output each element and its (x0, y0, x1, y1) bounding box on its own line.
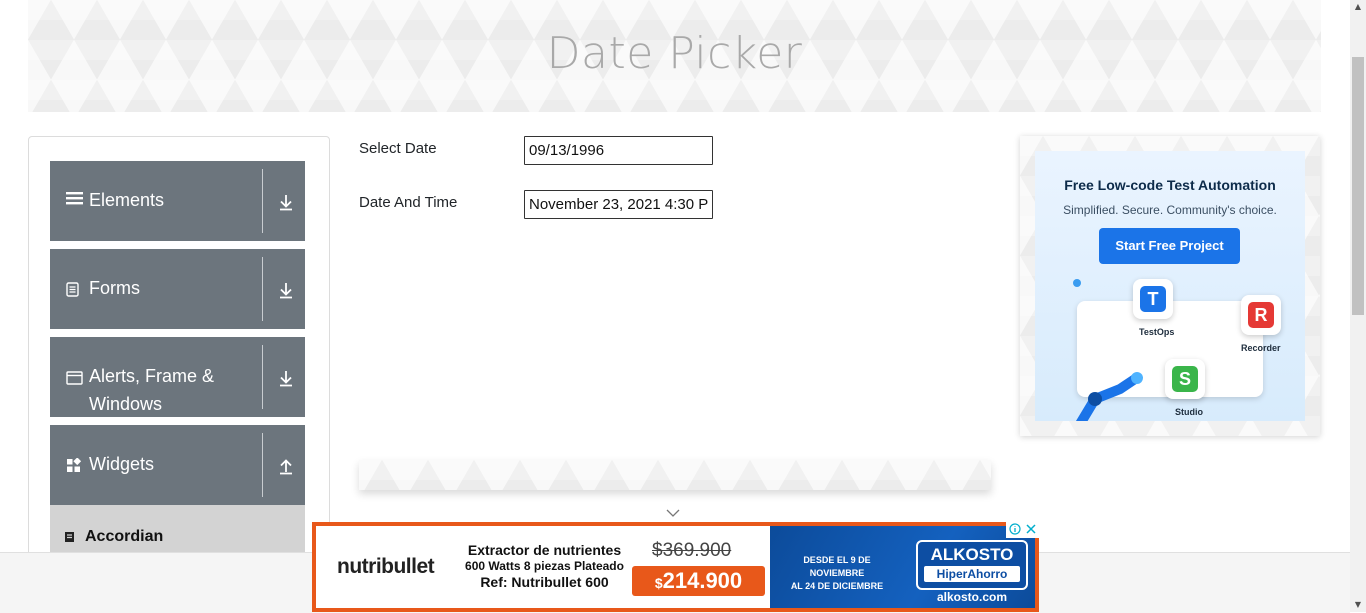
date-and-time-label: Date And Time (359, 194, 458, 211)
ad-date-line: AL 24 DE DICIEMBRE (790, 581, 884, 591)
hamburger-icon (66, 190, 83, 209)
sidebar-group-label: Forms (89, 278, 140, 298)
accordion-icon (64, 531, 75, 547)
ad-subline: Simplified. Secure. Community's choice. (1063, 203, 1277, 217)
ad-headline: Free Low-code Test Automation (1064, 177, 1276, 193)
product-caption: Recorder (1241, 343, 1281, 353)
ad-product-line: Ref: Nutribullet 600 (480, 574, 609, 590)
ad-brand: nutribullet (337, 555, 435, 578)
start-free-project-button[interactable]: Start Free Project (1099, 228, 1240, 264)
sidebar-group-alerts-frame-windows[interactable]: Alerts, Frame & Windows (50, 337, 305, 417)
store-logo: ALKOSTO HiperAhorro (916, 540, 1028, 590)
scrollbar-thumb[interactable] (1352, 57, 1364, 315)
content-banner (359, 460, 991, 490)
ad-new-price: $214.900 (632, 566, 765, 596)
divider (262, 169, 263, 233)
store-url: alkosto.com (936, 590, 1008, 604)
ad-old-price: $369.900 (652, 540, 732, 561)
download-arrow-icon (278, 193, 294, 215)
currency-symbol: $ (654, 575, 663, 591)
ad-dates: DESDE EL 9 DE NOVIEMBRE AL 24 DE DICIEMB… (782, 554, 892, 593)
divider (262, 257, 263, 321)
decoration-dot (1073, 279, 1081, 287)
ad-product-description: Extractor de nutrientes 600 Watts 8 piez… (452, 542, 637, 590)
robot-arm-icon (1075, 369, 1145, 421)
submenu-item-label: Accordian (85, 528, 164, 545)
download-arrow-icon (278, 281, 294, 303)
studio-icon: S (1165, 359, 1205, 399)
sidebar-group-label: Elements (89, 190, 165, 210)
page-banner: Date Picker (28, 0, 1321, 112)
window-icon (66, 370, 83, 389)
sidebar: Elements Forms Alerts, Frame & Windows W… (28, 136, 330, 578)
sidebar-group-elements[interactable]: Elements (50, 161, 305, 241)
page-scrollbar[interactable]: ▲ ▼ (1350, 0, 1366, 612)
store-name: ALKOSTO (930, 545, 1014, 564)
ad-date-line: DESDE EL 9 DE NOVIEMBRE (803, 555, 871, 578)
sidebar-group-label: Alerts, Frame & Windows (89, 366, 215, 414)
scroll-up-arrow-icon[interactable]: ▲ (1350, 2, 1366, 11)
select-date-input[interactable] (524, 136, 713, 165)
download-arrow-icon (278, 369, 294, 391)
ad-creative[interactable]: Free Low-code Test Automation Simplified… (1035, 151, 1305, 421)
divider (262, 345, 263, 409)
store-tag: HiperAhorro (924, 566, 1020, 582)
ad-product-line: 600 Watts 8 piezas Plateado (465, 559, 624, 573)
divider (262, 433, 263, 497)
ad-product-line: Extractor de nutrientes (467, 542, 622, 558)
sidebar-group-widgets[interactable]: Widgets (50, 425, 305, 505)
date-and-time-input[interactable] (524, 190, 713, 219)
advertisement-bottom[interactable]: nutribullet Extractor de nutrientes 600 … (312, 522, 1039, 612)
widgets-icon (66, 457, 82, 477)
advertisement-sidebar[interactable]: Free Low-code Test Automation Simplified… (1020, 136, 1320, 436)
page-title: Date Picker (546, 28, 803, 79)
ad-store-panel: DESDE EL 9 DE NOVIEMBRE AL 24 DE DICIEMB… (770, 526, 1035, 608)
recorder-icon: R (1241, 295, 1281, 335)
testops-icon: T (1133, 279, 1173, 319)
document-icon (66, 282, 79, 301)
ad-controls (1006, 522, 1039, 538)
chevron-down-icon[interactable] (666, 506, 680, 522)
ad-product-panel: nutribullet Extractor de nutrientes 600 … (316, 526, 770, 608)
sidebar-group-label: Widgets (89, 454, 155, 474)
ad-close-icon[interactable] (1024, 523, 1038, 537)
upload-arrow-icon (278, 457, 294, 479)
ad-new-price-value: 214.900 (662, 568, 743, 593)
scroll-down-arrow-icon[interactable]: ▼ (1350, 600, 1366, 609)
product-caption: Studio (1175, 407, 1203, 417)
sidebar-group-forms[interactable]: Forms (50, 249, 305, 329)
product-caption: TestOps (1139, 327, 1175, 337)
ad-info-icon[interactable] (1008, 523, 1022, 537)
select-date-label: Select Date (359, 140, 437, 157)
